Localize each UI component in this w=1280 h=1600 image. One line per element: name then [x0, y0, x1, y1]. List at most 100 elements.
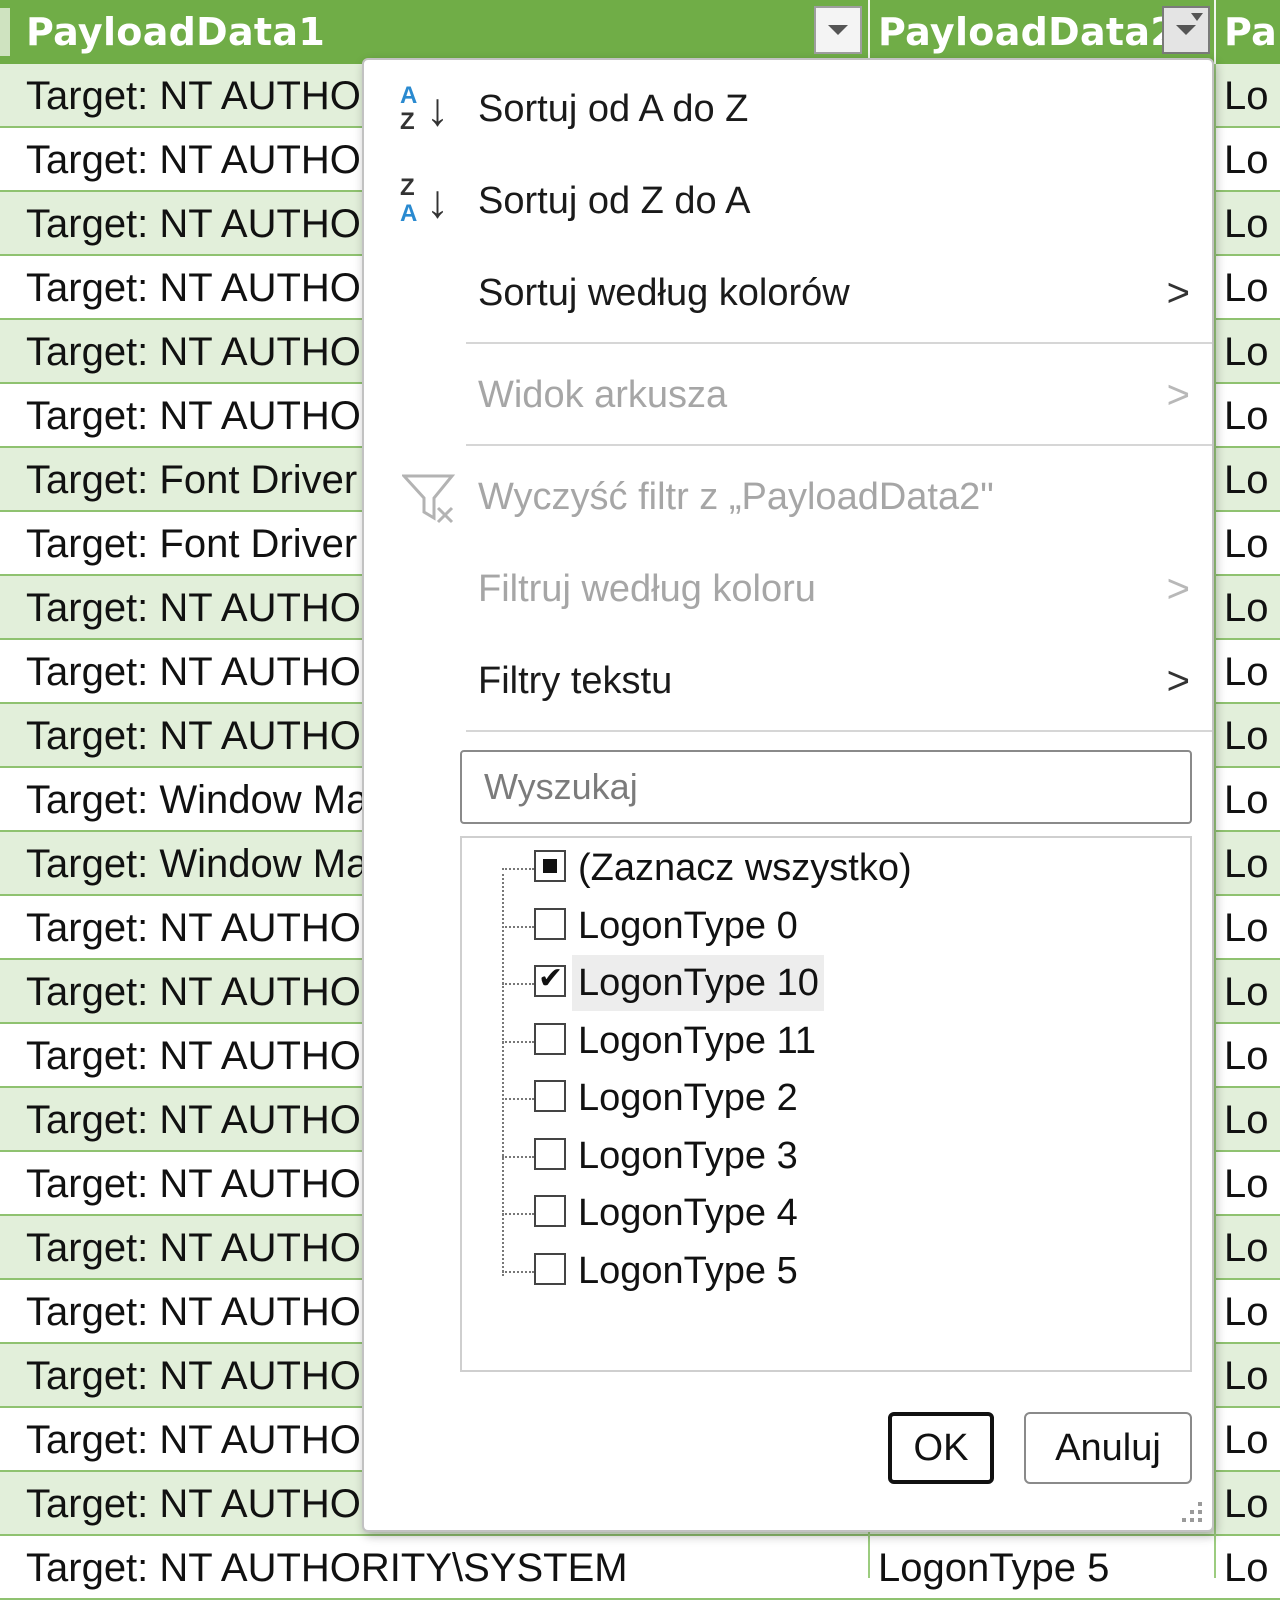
filter-list-item[interactable]: ✔ LogonType 10	[502, 955, 1102, 1011]
menu-separator	[466, 730, 1212, 732]
ok-button[interactable]: OK	[888, 1412, 994, 1484]
menu-item-label: Sortuj od Z do A	[478, 180, 751, 222]
table-cell[interactable]: Lo	[1224, 704, 1280, 766]
sort-icon-letter-bottom: Z	[400, 108, 415, 135]
table-row: Target: NT AUTHORITY\SYSTEM LogonType 5 Lo	[0, 1536, 1280, 1600]
chevron-right-icon: >	[1166, 271, 1190, 315]
resize-grip-icon[interactable]	[1182, 1502, 1204, 1524]
table-cell[interactable]: Target: NT AUTHORITY\SYSTEM	[26, 1536, 866, 1598]
table-cell[interactable]: Lo	[1224, 1536, 1280, 1598]
clear-filter-icon	[402, 474, 456, 524]
cancel-button[interactable]: Anuluj	[1024, 1412, 1192, 1484]
filter-list-item[interactable]: LogonType 4	[502, 1187, 1102, 1239]
menu-item-label: Widok arkusza	[478, 374, 728, 416]
menu-item-clear-filter: Wyczyść filtr z „PayloadData2"	[364, 452, 1212, 542]
column-divider	[868, 0, 870, 64]
header-left-edge	[0, 8, 10, 56]
checkbox[interactable]	[534, 907, 566, 940]
table-cell[interactable]: Lo	[1224, 256, 1280, 318]
tree-connector	[502, 1040, 534, 1043]
filter-dropdown-button-payloaddata2[interactable]	[1162, 6, 1210, 54]
column-header-payloaddata1[interactable]: PayloadData1	[26, 8, 325, 56]
filter-list-item[interactable]: LogonType 5	[502, 1245, 1102, 1297]
sort-icon-letter-top: Z	[400, 174, 415, 201]
menu-item-sort-a-to-z[interactable]: A Z ↓ Sortuj od A do Z	[364, 64, 1212, 154]
menu-item-label: Sortuj według kolorów	[478, 272, 850, 314]
tree-connector	[502, 1098, 534, 1100]
menu-item-filter-by-color: Filtruj według koloru >	[364, 544, 1212, 634]
check-icon: ✔	[538, 962, 564, 995]
table-cell[interactable]: Lo	[1224, 1024, 1280, 1086]
autofilter-dropdown-panel: A Z ↓ Sortuj od A do Z Z A ↓ Sortuj od Z…	[362, 58, 1214, 1532]
table-cell[interactable]: Lo	[1224, 1152, 1280, 1214]
filter-list-item-label: (Zaznacz wszystko)	[578, 847, 912, 889]
checkbox[interactable]: ✔	[534, 962, 566, 997]
table-cell[interactable]: Lo	[1224, 1216, 1280, 1278]
table-cell[interactable]: Lo	[1224, 1280, 1280, 1342]
table-cell[interactable]: Lo	[1224, 1088, 1280, 1150]
menu-separator	[466, 342, 1212, 344]
checkbox[interactable]	[534, 1080, 566, 1112]
filter-dropdown-button-payloaddata1[interactable]	[814, 6, 862, 54]
filter-list-item-label: LogonType 3	[578, 1134, 798, 1177]
filter-list-item[interactable]: LogonType 3	[502, 1130, 1102, 1182]
tree-connector	[502, 1155, 534, 1158]
table-cell[interactable]: Lo	[1224, 576, 1280, 638]
filter-applied-icon	[1191, 13, 1203, 21]
table-cell[interactable]: Lo	[1224, 1472, 1280, 1534]
table-cell[interactable]: Lo	[1224, 448, 1280, 510]
table-cell[interactable]: Lo	[1224, 960, 1280, 1022]
tree-connector	[502, 925, 534, 928]
table-cell[interactable]: Lo	[1224, 384, 1280, 446]
partial-check-icon	[543, 859, 557, 873]
table-cell[interactable]: Lo	[1224, 512, 1280, 574]
filter-list-item-label: LogonType 10	[578, 962, 819, 1004]
table-cell[interactable]: Lo	[1224, 192, 1280, 254]
filter-list-item-label: LogonType 5	[578, 1249, 798, 1292]
table-cell[interactable]: Lo	[1224, 64, 1280, 126]
search-input[interactable]: Wyszukaj	[460, 750, 1192, 824]
menu-item-text-filters[interactable]: Filtry tekstu >	[364, 636, 1212, 726]
table-cell[interactable]: Lo	[1224, 320, 1280, 382]
column-header-payloaddata2[interactable]: PayloadData2	[878, 8, 1177, 56]
menu-item-sort-by-color[interactable]: Sortuj według kolorów >	[364, 248, 1212, 338]
filter-list-item-label: LogonType 2	[578, 1077, 798, 1119]
arrow-down-icon: ↓	[426, 83, 449, 135]
table-cell[interactable]: Lo	[1224, 832, 1280, 894]
column-header-payloaddata3[interactable]: Pa	[1224, 8, 1277, 56]
table-cell[interactable]: Lo	[1224, 896, 1280, 958]
table-cell[interactable]: LogonType 5	[878, 1536, 1208, 1598]
menu-item-label: Sortuj od A do Z	[478, 88, 749, 130]
sort-icon-letter-bottom: A	[400, 200, 418, 227]
table-cell[interactable]: Lo	[1224, 128, 1280, 190]
table-cell[interactable]: Lo	[1224, 640, 1280, 702]
checkbox[interactable]	[534, 1195, 566, 1227]
menu-item-label: Wyczyść filtr z „PayloadData2"	[478, 476, 994, 518]
filter-list-item[interactable]: LogonType 11	[502, 1015, 1102, 1067]
table-header-row: PayloadData1 PayloadData2 Pa	[0, 0, 1280, 66]
arrow-down-icon: ↓	[426, 175, 449, 227]
sort-ascending-icon: A Z ↓	[398, 82, 458, 138]
checkbox[interactable]	[534, 1252, 566, 1285]
column-divider	[1214, 0, 1216, 64]
chevron-down-icon	[828, 25, 848, 35]
filter-list-item[interactable]: (Zaznacz wszystko)	[502, 842, 1102, 894]
filter-list-item[interactable]: LogonType 0	[502, 900, 1102, 952]
menu-item-label: Filtry tekstu	[478, 660, 673, 702]
checkbox[interactable]	[534, 850, 566, 882]
filter-list-item-label: LogonType 4	[578, 1192, 798, 1234]
table-cell[interactable]: Lo	[1224, 1344, 1280, 1406]
table-cell[interactable]: Lo	[1224, 768, 1280, 830]
chevron-down-icon	[1176, 25, 1196, 35]
table-cell[interactable]: Lo	[1224, 1408, 1280, 1470]
filter-values-list[interactable]: (Zaznacz wszystko) LogonType 0 ✔ LogonType …	[460, 836, 1192, 1372]
filter-list-item[interactable]: LogonType 2	[502, 1072, 1102, 1124]
menu-item-sheet-view: Widok arkusza >	[364, 350, 1212, 440]
chevron-right-icon: >	[1166, 567, 1190, 611]
menu-separator	[466, 444, 1212, 446]
menu-item-sort-z-to-a[interactable]: Z A ↓ Sortuj od Z do A	[364, 156, 1212, 246]
checkbox[interactable]	[534, 1022, 566, 1055]
tree-connector	[502, 1213, 534, 1215]
sort-descending-icon: Z A ↓	[398, 174, 458, 230]
checkbox[interactable]	[534, 1137, 566, 1170]
